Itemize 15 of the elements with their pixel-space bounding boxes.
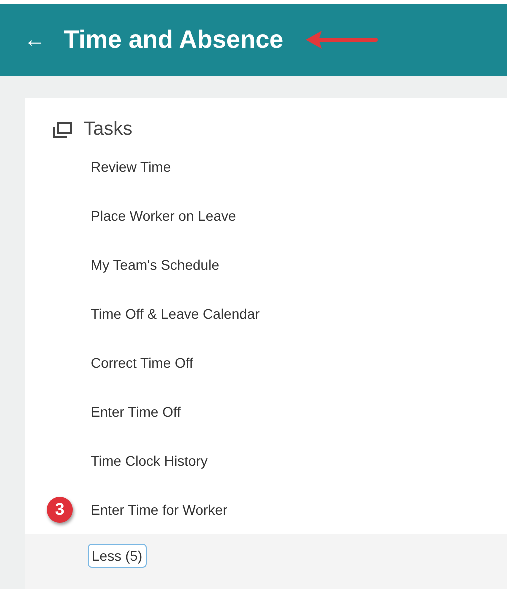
task-link[interactable]: Enter Time Off (91, 404, 181, 420)
task-link[interactable]: Correct Time Off (91, 354, 194, 370)
less-button[interactable]: Less (5) (88, 544, 147, 568)
task-link[interactable]: Place Worker on Leave (91, 208, 236, 224)
back-button[interactable]: ← (24, 27, 46, 53)
section-title: Tasks (84, 119, 133, 141)
task-link[interactable]: Enter Time for Worker (91, 502, 228, 518)
task-link[interactable]: Time Off & Leave Calendar (91, 306, 260, 322)
windows-icon (52, 122, 72, 138)
task-link[interactable]: Review Time (91, 158, 172, 174)
task-link[interactable]: My Team's Schedule (91, 256, 220, 272)
step-badge: 3 (47, 497, 73, 523)
page-title: Time and Absence (64, 26, 284, 54)
task-link[interactable]: Time Clock History (91, 452, 208, 468)
arrow-icon (304, 30, 378, 50)
